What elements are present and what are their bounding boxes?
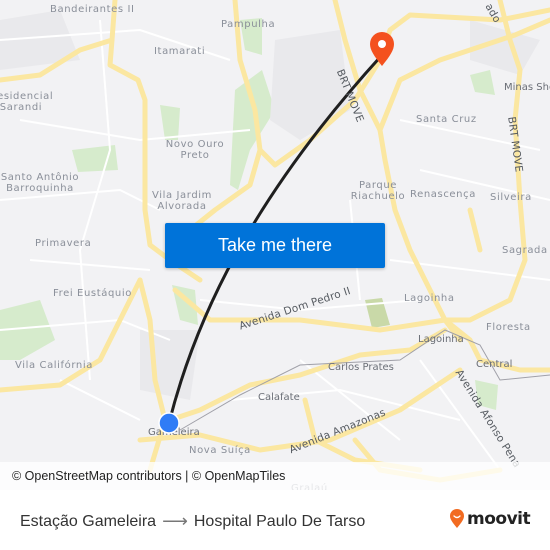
destination-name: Hospital Paulo De Tarso [193, 512, 366, 530]
destination-pin-icon[interactable] [368, 32, 396, 68]
map-label: Frei Eustáquio [53, 288, 132, 299]
urban-block [270, 30, 350, 140]
map-label: Calafate [258, 392, 300, 403]
origin-name: Estação Gameleira [20, 512, 157, 530]
park [160, 105, 180, 140]
map-label: Sagrada [502, 245, 548, 256]
moovit-pin-icon [450, 509, 464, 528]
urban-block [140, 330, 200, 400]
origin-dot-icon[interactable] [158, 412, 180, 434]
arrow-right-icon: ⟶ [162, 511, 188, 531]
map-label: Santo Antônio Barroquinha [0, 172, 80, 194]
moovit-logo[interactable]: moovit [449, 509, 531, 529]
map-label: Novo Ouro Preto [165, 139, 225, 161]
map-label: Lagoinha [404, 293, 455, 304]
street [59, 379, 141, 421]
take-me-there-button[interactable]: Take me there [165, 223, 385, 268]
map-label: Nova Suíça [189, 445, 251, 456]
street [29, 259, 151, 271]
map-label: Central [476, 359, 513, 370]
route-summary: Estação Gameleira ⟶ Hospital Paulo De Ta… [20, 511, 365, 532]
street [19, 119, 251, 142]
map-view[interactable]: Bandeirantes II Pampulha Itamarati Resid… [0, 0, 550, 490]
map-label: Bandeirantes II [50, 4, 135, 15]
road [467, 207, 483, 253]
map-label: Santa Cruz [416, 114, 477, 125]
route-footer: Estação Gameleira ⟶ Hospital Paulo De Ta… [0, 490, 550, 550]
map-label: Minas Shop [504, 82, 550, 93]
map-label: Lagoinha [418, 334, 464, 345]
map-label: Renascença [410, 189, 476, 200]
map-attribution: © OpenStreetMap contributors | © OpenMap… [0, 462, 550, 490]
park [72, 145, 118, 172]
map-label: Vila Califórnia [15, 360, 93, 371]
map-label: Pampulha [221, 19, 276, 30]
map-label: Itamarati [154, 46, 206, 57]
map-label: Primavera [35, 238, 92, 249]
map-label: Carlos Prates [328, 362, 394, 373]
map-label: Silveira [490, 192, 532, 203]
map-label: Vila Jardim Alvorada [152, 190, 212, 212]
street [78, 19, 112, 381]
map-label: Parque Riachuelo [350, 180, 406, 202]
moovit-wordmark: moovit [467, 509, 531, 529]
road [332, 0, 463, 343]
map-label: Residencial Sarandi [0, 91, 54, 113]
map-label: Floresta [486, 322, 531, 333]
attribution-text[interactable]: © OpenStreetMap contributors | © OpenMap… [12, 469, 285, 483]
park [470, 70, 495, 95]
park-areas [0, 18, 498, 410]
